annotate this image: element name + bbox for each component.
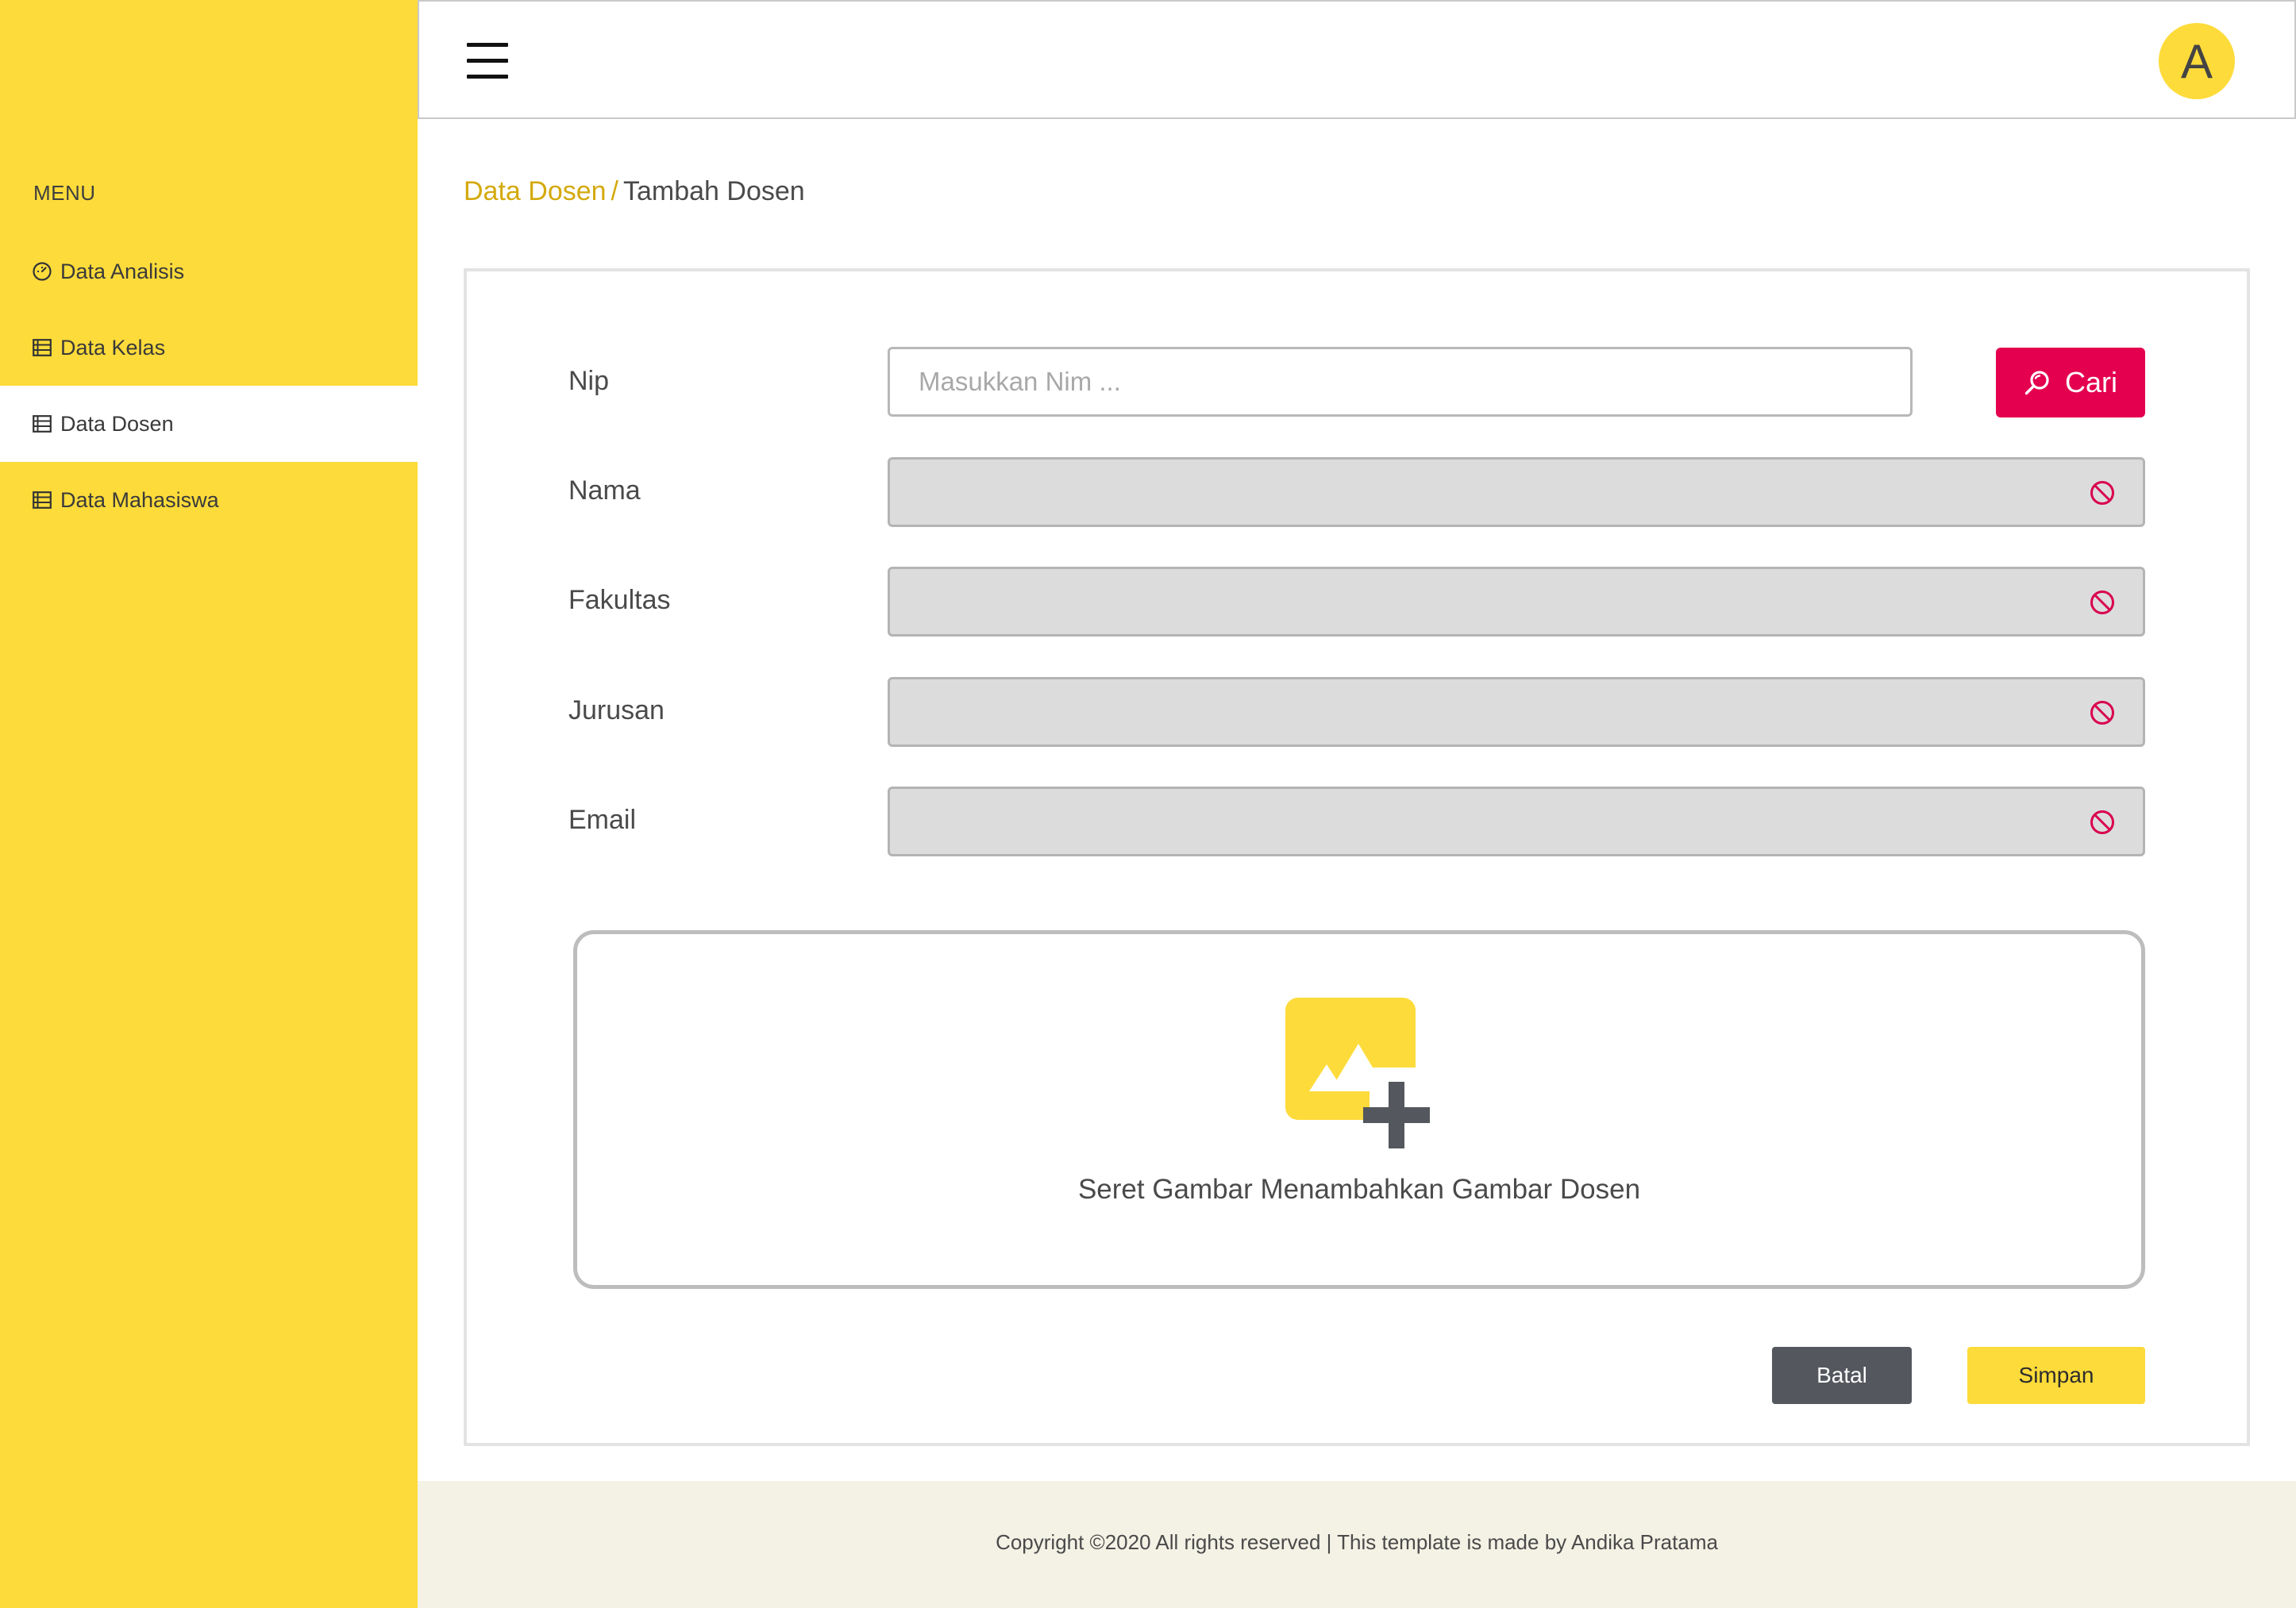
- email-field: [888, 787, 2145, 856]
- top-bar: A: [418, 0, 2296, 119]
- simpan-button[interactable]: Simpan: [1967, 1347, 2145, 1404]
- sidebar-item-data-mahasiswa[interactable]: Data Mahasiswa: [0, 462, 418, 538]
- image-dropzone[interactable]: Seret Gambar Menambahkan Gambar Dosen: [573, 930, 2145, 1289]
- disabled-icon: [2090, 590, 2114, 614]
- sidebar-item-label: Data Kelas: [60, 335, 166, 360]
- menu-title: MENU: [33, 181, 96, 205]
- sidebar-item-data-analisis[interactable]: Data Analisis: [0, 233, 418, 310]
- breadcrumb-link-data-dosen[interactable]: Data Dosen: [464, 176, 607, 206]
- jurusan-label: Jurusan: [568, 695, 665, 725]
- breadcrumb-current: Tambah Dosen: [623, 176, 805, 206]
- avatar[interactable]: A: [2159, 23, 2235, 99]
- add-image-icon: [1285, 998, 1430, 1148]
- hamburger-menu-icon[interactable]: [467, 43, 508, 83]
- nip-input[interactable]: [888, 347, 1913, 417]
- sidebar-item-data-dosen[interactable]: Data Dosen: [0, 386, 418, 462]
- sidebar: MENU Data Analisis Data Kelas Data Dosen…: [0, 0, 418, 1608]
- email-label: Email: [568, 805, 637, 835]
- list-icon: [32, 337, 52, 358]
- sidebar-item-label: Data Dosen: [60, 411, 174, 436]
- sidebar-item-data-kelas[interactable]: Data Kelas: [0, 310, 418, 386]
- batal-button[interactable]: Batal: [1772, 1347, 1912, 1404]
- disabled-icon: [2090, 701, 2114, 725]
- fakultas-label: Fakultas: [568, 585, 671, 615]
- nama-field: [888, 457, 2145, 527]
- search-icon: [2024, 371, 2049, 395]
- breadcrumb-separator: /: [611, 176, 618, 206]
- disabled-icon: [2090, 481, 2114, 505]
- nama-label: Nama: [568, 475, 641, 506]
- footer: Copyright ©2020 All rights reserved | Th…: [418, 1481, 2296, 1608]
- sidebar-item-label: Data Mahasiswa: [60, 487, 219, 512]
- nip-label: Nip: [568, 366, 610, 396]
- footer-copyright: Copyright ©2020 All rights reserved | Th…: [996, 1530, 1718, 1554]
- list-icon: [32, 490, 52, 510]
- sidebar-item-label: Data Analisis: [60, 259, 185, 283]
- dropzone-text: Seret Gambar Menambahkan Gambar Dosen: [1077, 1174, 1641, 1205]
- fakultas-field: [888, 567, 2145, 637]
- dashboard-icon: [32, 261, 52, 282]
- jurusan-field: [888, 677, 2145, 747]
- breadcrumb: Data Dosen / Tambah Dosen: [464, 176, 805, 207]
- cari-button[interactable]: Cari: [1996, 348, 2145, 417]
- list-icon: [32, 414, 52, 434]
- disabled-icon: [2090, 810, 2114, 834]
- cari-button-label: Cari: [2064, 366, 2117, 398]
